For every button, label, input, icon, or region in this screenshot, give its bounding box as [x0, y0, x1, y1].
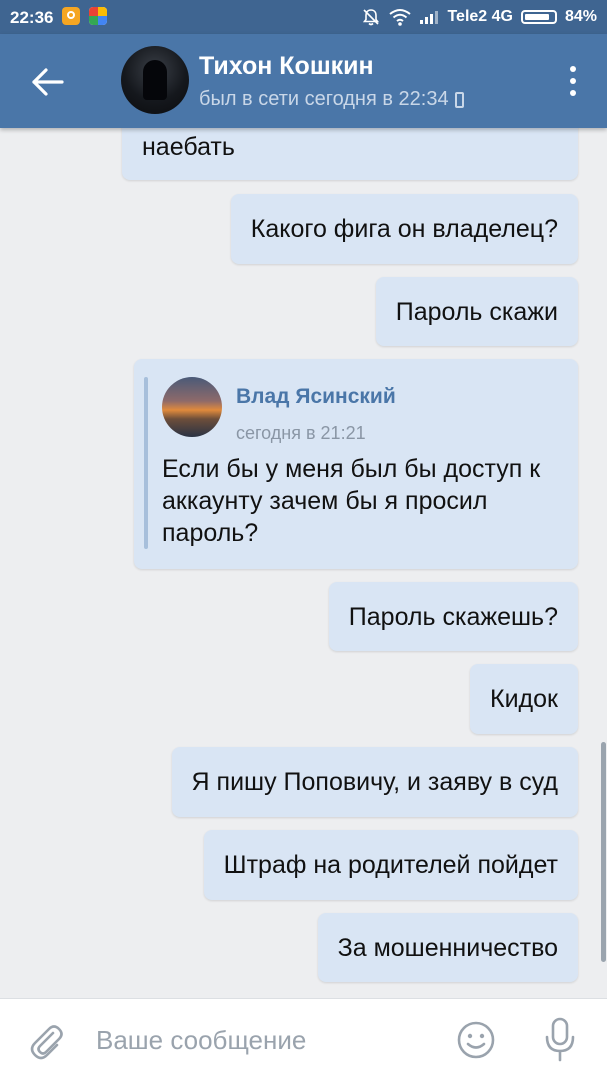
- message-bubble[interactable]: За мошенничество: [317, 913, 578, 982]
- forwarded-author-name[interactable]: Влад Ясинский: [236, 381, 396, 413]
- forwarded-text: Если бы у меня был бы доступ к аккаунту …: [162, 455, 541, 547]
- arrow-left-icon[interactable]: [30, 64, 66, 100]
- battery-percent: 84%: [564, 8, 597, 25]
- message-bubble[interactable]: Пароль скажешь?: [328, 582, 578, 651]
- chat-header: Тихон Кошкин был в сети сегодня в 22:34: [0, 34, 607, 128]
- message-text: Штраф на родителей пойдет: [223, 851, 558, 879]
- message-list[interactable]: наебать Какого фига он владелец? Пароль …: [0, 128, 607, 998]
- contact-avatar[interactable]: [121, 46, 189, 114]
- message-bubble[interactable]: наебать: [122, 128, 578, 180]
- message-text: Пароль скажешь?: [348, 602, 558, 631]
- paperclip-icon[interactable]: [26, 1021, 66, 1061]
- message-text: За мошенничество: [337, 933, 558, 962]
- message-text: наебать: [142, 133, 235, 161]
- message-bubble[interactable]: Пароль скажи: [375, 277, 578, 346]
- smile-icon[interactable]: [456, 1020, 496, 1060]
- forwarded-time: сегодня в 21:21: [236, 423, 366, 443]
- microphone-icon[interactable]: [540, 1017, 580, 1063]
- message-input[interactable]: [96, 1023, 426, 1057]
- more-vertical-icon[interactable]: [569, 66, 577, 98]
- message-bubble[interactable]: Штраф на родителей пойдет: [203, 830, 578, 900]
- message-text: Я пишу Поповичу, и заяву в суд: [191, 768, 558, 796]
- notification-app-icon-2: [89, 7, 107, 25]
- message-text: Какого фига он владелец?: [250, 215, 558, 243]
- message-bubble[interactable]: Какого фига он владелец?: [230, 194, 578, 264]
- scrollbar[interactable]: [601, 742, 606, 962]
- signal-icon: [420, 11, 439, 24]
- status-indicators: Tele2 4G 84%: [361, 7, 597, 27]
- message-bubble[interactable]: Я пишу Поповичу, и заяву в суд: [171, 747, 578, 817]
- message-text: Кидок: [490, 685, 558, 713]
- composer-bar: [0, 998, 607, 1081]
- carrier-label: Tele2 4G: [447, 8, 513, 25]
- battery-icon: [520, 10, 557, 24]
- quote-bar: [144, 377, 148, 549]
- notification-app-icon: [62, 7, 80, 25]
- mobile-phone-icon: [454, 91, 464, 108]
- message-text: Пароль скажи: [395, 297, 558, 326]
- status-bar: 22:36 Tele2 4G 84%: [0, 0, 607, 34]
- status-time: 22:36: [10, 8, 54, 27]
- contact-last-seen: был в сети сегодня в 22:34: [199, 88, 449, 110]
- forwarded-author-avatar[interactable]: [162, 377, 222, 437]
- contact-name[interactable]: Тихон Кошкин: [199, 52, 374, 81]
- bell-muted-icon: [363, 9, 380, 26]
- forwarded-message-bubble[interactable]: Влад Ясинский сегодня в 21:21 Если бы у …: [134, 359, 578, 569]
- wifi-icon: [389, 9, 412, 26]
- contact-status: был в сети сегодня в 22:34: [199, 88, 464, 111]
- message-bubble[interactable]: Кидок: [470, 664, 578, 734]
